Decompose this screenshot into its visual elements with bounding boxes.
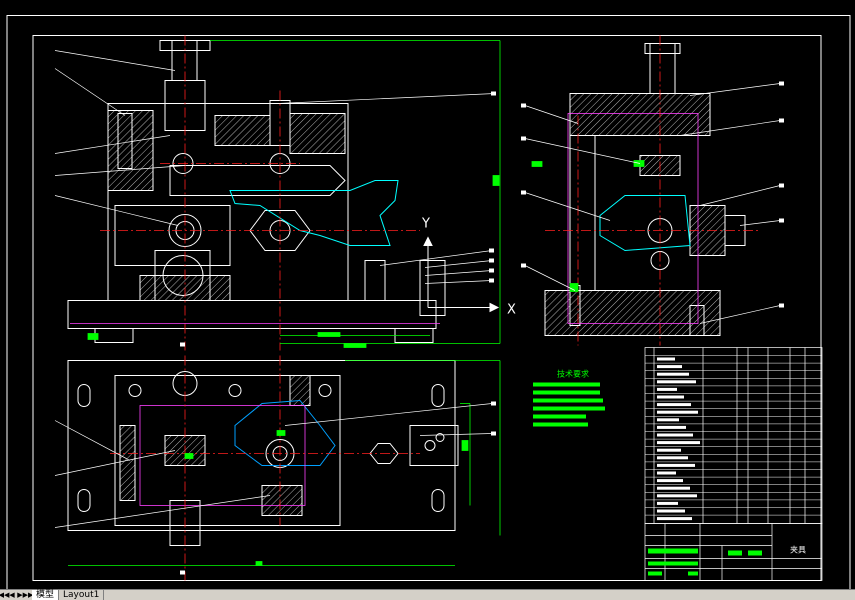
title-block-name: 夹具 xyxy=(790,545,806,555)
bom-row-text xyxy=(657,501,678,505)
side-view-outline-cyan xyxy=(599,195,691,252)
tab-model[interactable]: 模型 xyxy=(32,590,60,600)
bom-row-text xyxy=(657,410,698,414)
bom-row-text xyxy=(657,372,689,376)
bom-row-text xyxy=(657,486,690,490)
bom-row-text xyxy=(657,357,675,361)
tab-layout1[interactable]: Layout1 xyxy=(59,590,105,600)
bom-row-text xyxy=(657,380,696,384)
bom-row-text xyxy=(657,433,693,437)
balloon-tags-top xyxy=(180,342,496,575)
tech-req-title: 技术要求 xyxy=(557,369,589,379)
axis-label-y: Y xyxy=(421,217,430,232)
bom-row-text xyxy=(657,471,676,475)
technical-requirements: 技术要求 xyxy=(533,369,605,427)
bom-row-text xyxy=(657,456,688,460)
layout-tab-bar: ◀◀ ◀ ▶ ▶▶ 模型 Layout1 xyxy=(0,589,855,600)
tab-nav-last-button[interactable]: ▶▶ xyxy=(23,590,34,600)
bom-row-text xyxy=(657,365,682,369)
bom-row-text xyxy=(657,494,697,498)
tab-nav-prev-button[interactable]: ◀ xyxy=(8,590,16,600)
top-view xyxy=(67,360,459,546)
side-view-dimensions xyxy=(531,160,645,292)
axis-label-x: X xyxy=(507,303,516,318)
front-view xyxy=(67,40,446,343)
bom-row-text xyxy=(657,403,691,407)
balloon-tags-front xyxy=(489,91,496,283)
workpiece-outline xyxy=(229,180,399,246)
bom-row-text xyxy=(657,387,677,391)
bom-row-text xyxy=(657,479,683,483)
top-view-centerlines xyxy=(110,355,420,581)
bom-row-text xyxy=(657,517,692,521)
front-view-dimensions xyxy=(87,40,501,348)
cad-drawing-canvas[interactable]: X Y 技术要求 夹具 xyxy=(0,0,855,600)
bom-rows xyxy=(645,355,822,521)
bom-row-text xyxy=(657,395,684,399)
bom-row-text xyxy=(657,463,695,467)
bom-row-text xyxy=(657,441,700,445)
front-view-centerlines xyxy=(70,35,440,351)
tab-nav-first-button[interactable]: ◀◀ xyxy=(0,590,9,600)
bom-row-text xyxy=(657,448,681,452)
bom-row-text xyxy=(657,509,685,513)
bom-row-text xyxy=(657,418,679,422)
bom-row-text xyxy=(657,425,686,429)
